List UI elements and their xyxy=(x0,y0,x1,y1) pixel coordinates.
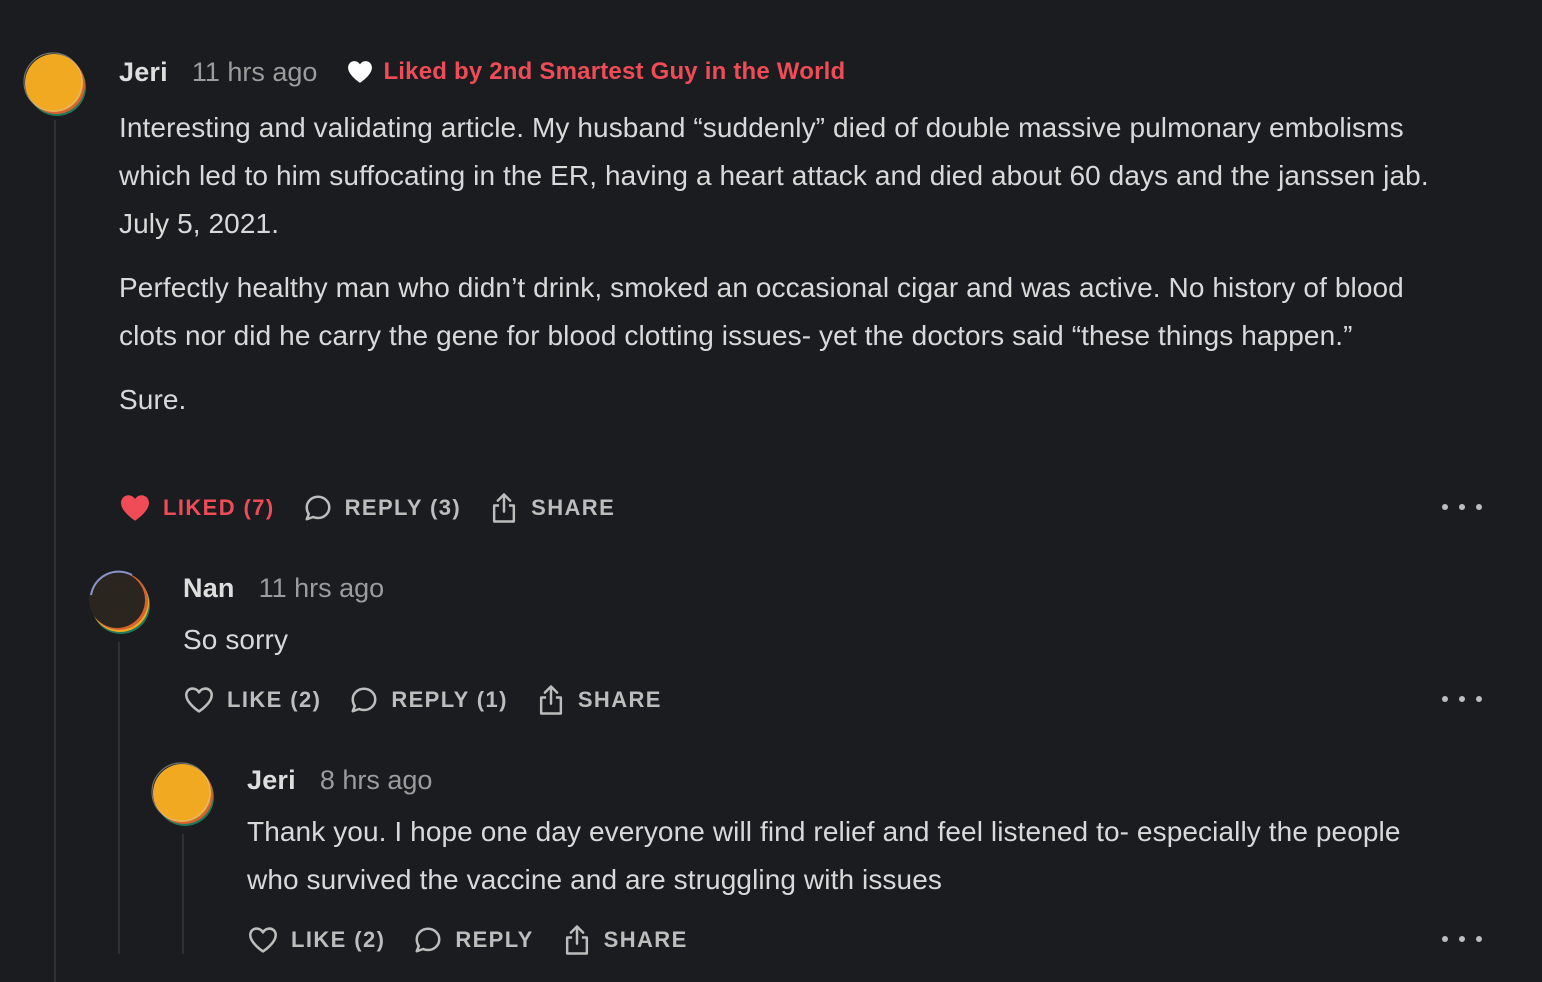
comment-meta: Nan 11 hrs ago xyxy=(183,568,384,608)
comment-actions: LIKE (2) REPLY (1) SHARE xyxy=(183,680,690,720)
comment-actions: LIKE (2) REPLY SHARE xyxy=(247,920,716,960)
reply-button[interactable]: REPLY (1) xyxy=(349,685,508,715)
comment-meta: Jeri 11 hrs ago Liked by 2nd Smartest Gu… xyxy=(119,52,845,92)
more-options-button[interactable] xyxy=(1442,689,1482,709)
avatar[interactable] xyxy=(23,52,86,116)
share-label: SHARE xyxy=(531,495,616,520)
thread-line xyxy=(118,642,120,954)
comment-body: Thank you. I hope one day everyone will … xyxy=(247,808,1447,920)
heart-filled-icon xyxy=(121,495,149,521)
ellipsis-dot xyxy=(1459,696,1465,702)
reply-button[interactable]: REPLY xyxy=(413,925,533,955)
like-label: LIKED (7) xyxy=(163,495,275,520)
like-button[interactable]: LIKE (2) xyxy=(183,686,321,714)
ellipsis-dot xyxy=(1476,504,1482,510)
comment-author[interactable]: Jeri xyxy=(119,57,168,88)
comment-paragraph: Sure. xyxy=(119,384,187,415)
heart-outline-icon xyxy=(248,927,277,953)
avatar[interactable] xyxy=(87,570,150,634)
comment-paragraph: Perfectly healthy man who didn’t drink, … xyxy=(119,272,1404,351)
comment-meta: Jeri 8 hrs ago xyxy=(247,760,432,800)
share-icon xyxy=(539,685,562,715)
comment-author[interactable]: Jeri xyxy=(247,765,296,796)
avatar[interactable] xyxy=(151,762,214,826)
reply-label: REPLY (1) xyxy=(391,687,508,712)
like-label: LIKE (2) xyxy=(291,927,386,952)
comment-timestamp[interactable]: 8 hrs ago xyxy=(320,765,433,796)
comment-author[interactable]: Nan xyxy=(183,573,235,604)
speech-bubble-icon xyxy=(351,687,377,713)
thread-line xyxy=(182,834,184,954)
comment-timestamp[interactable]: 11 hrs ago xyxy=(259,573,385,604)
like-button[interactable]: LIKE (2) xyxy=(247,926,385,954)
ellipsis-dot xyxy=(1476,696,1482,702)
more-options-button[interactable] xyxy=(1442,497,1482,517)
share-button[interactable]: SHARE xyxy=(489,492,615,524)
comments-thread: Jeri 11 hrs ago Liked by 2nd Smartest Gu… xyxy=(0,0,1542,982)
ellipsis-icon xyxy=(1442,696,1448,702)
comment-timestamp[interactable]: 11 hrs ago xyxy=(192,57,318,88)
speech-bubble-icon xyxy=(415,927,441,953)
thread-line xyxy=(54,120,56,982)
comment-body: Interesting and validating article. My h… xyxy=(119,104,1459,440)
reply-button[interactable]: REPLY (3) xyxy=(303,493,462,523)
reply-label: REPLY (3) xyxy=(344,495,462,520)
comment-paragraph: So sorry xyxy=(183,624,289,655)
ellipsis-icon xyxy=(1442,936,1448,942)
share-icon xyxy=(493,493,516,523)
share-button[interactable]: SHARE xyxy=(562,924,688,956)
share-icon xyxy=(565,925,588,955)
ellipsis-dot xyxy=(1459,504,1465,510)
heart-icon xyxy=(348,61,373,83)
liked-by-badge: Liked by 2nd Smartest Guy in the World xyxy=(347,58,845,86)
comment-body: So sorry xyxy=(183,616,1443,680)
comment-paragraph: Interesting and validating article. My h… xyxy=(119,112,1429,239)
share-label: SHARE xyxy=(577,687,662,712)
like-button[interactable]: LIKED (7) xyxy=(119,494,275,522)
share-button[interactable]: SHARE xyxy=(536,684,662,716)
liked-by-text: Liked by 2nd Smartest Guy in the World xyxy=(383,58,846,85)
heart-outline-icon xyxy=(184,687,213,713)
ellipsis-dot xyxy=(1459,936,1465,942)
comment-actions: LIKED (7) REPLY (3) SHARE xyxy=(119,488,643,528)
ellipsis-dot xyxy=(1476,936,1482,942)
ellipsis-icon xyxy=(1442,504,1448,510)
more-options-button[interactable] xyxy=(1442,929,1482,949)
reply-label: REPLY xyxy=(455,927,534,952)
speech-bubble-icon xyxy=(305,495,331,521)
share-label: SHARE xyxy=(603,927,688,952)
comment-paragraph: Thank you. I hope one day everyone will … xyxy=(247,816,1401,895)
like-label: LIKE (2) xyxy=(227,687,322,712)
